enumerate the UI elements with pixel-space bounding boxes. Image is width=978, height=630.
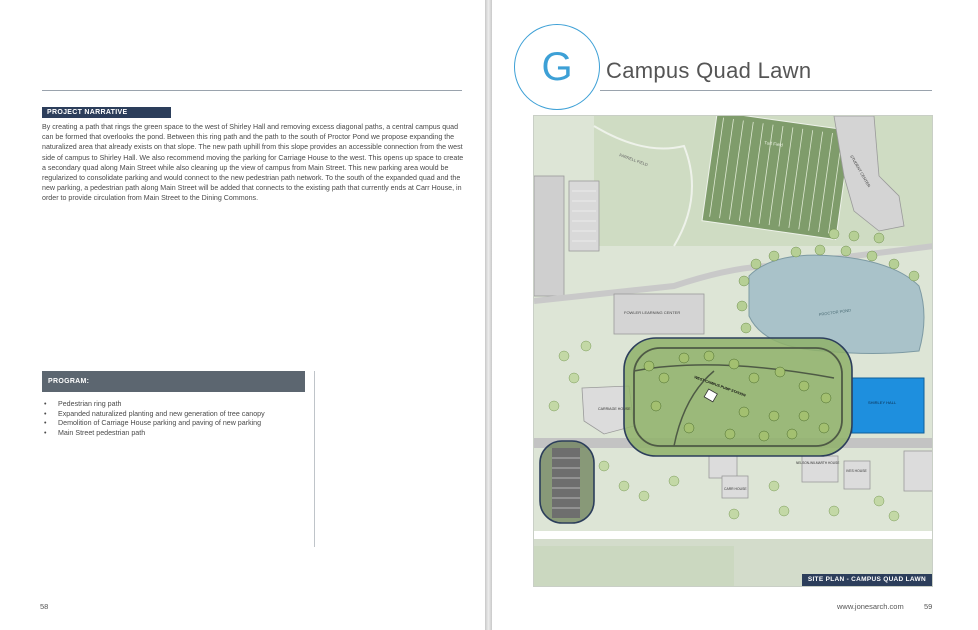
carriage-house-label: CARRIAGE HOUSE <box>598 407 631 411</box>
site-plan-map: Turf Field FARRELL FIELD STUDENT CENTER … <box>533 115 933 587</box>
program-item: Main Street pedestrian path <box>44 429 304 439</box>
shirley-hall-label: SHIRLEY HALL <box>868 400 897 405</box>
site-plan-drawing: Turf Field FARRELL FIELD STUDENT CENTER … <box>534 116 932 586</box>
title-rule <box>600 90 932 91</box>
website-url[interactable]: www.jonesarch.com <box>837 602 904 611</box>
section-letter-badge: G <box>514 24 600 110</box>
right-page: G Campus Quad Lawn Turf Field FARRELL FI… <box>492 0 978 630</box>
column-divider <box>314 371 315 547</box>
section-letter: G <box>541 44 573 89</box>
program-item: Demolition of Carriage House parking and… <box>44 419 304 429</box>
carr-house-label: CARR HOUSE <box>724 487 747 491</box>
ives-house-label: IVES HOUSE <box>846 469 867 473</box>
left-page: PROJECT NARRATIVE By creating a path tha… <box>0 0 485 630</box>
fowler-label: FOWLER LEARNING CENTER <box>624 310 680 315</box>
top-rule <box>42 90 462 91</box>
program-heading: PROGRAM: <box>42 371 305 392</box>
page-number-right: 59 <box>924 602 933 611</box>
project-narrative-text: By creating a path that rings the green … <box>42 123 464 203</box>
program-item: Pedestrian ring path <box>44 400 304 410</box>
page-title: Campus Quad Lawn <box>606 58 812 83</box>
site-plan-caption: SITE PLAN - CAMPUS QUAD LAWN <box>801 574 932 586</box>
program-list: Pedestrian ring path Expanded naturalize… <box>44 400 304 438</box>
book-gutter <box>485 0 492 630</box>
project-narrative-heading: PROJECT NARRATIVE <box>42 107 171 118</box>
nelson-wilmarth-label: NELSON-WILMARTH HOUSE <box>796 461 839 465</box>
program-item: Expanded naturalized planting and new ge… <box>44 410 304 420</box>
page-number-left: 58 <box>40 602 49 611</box>
